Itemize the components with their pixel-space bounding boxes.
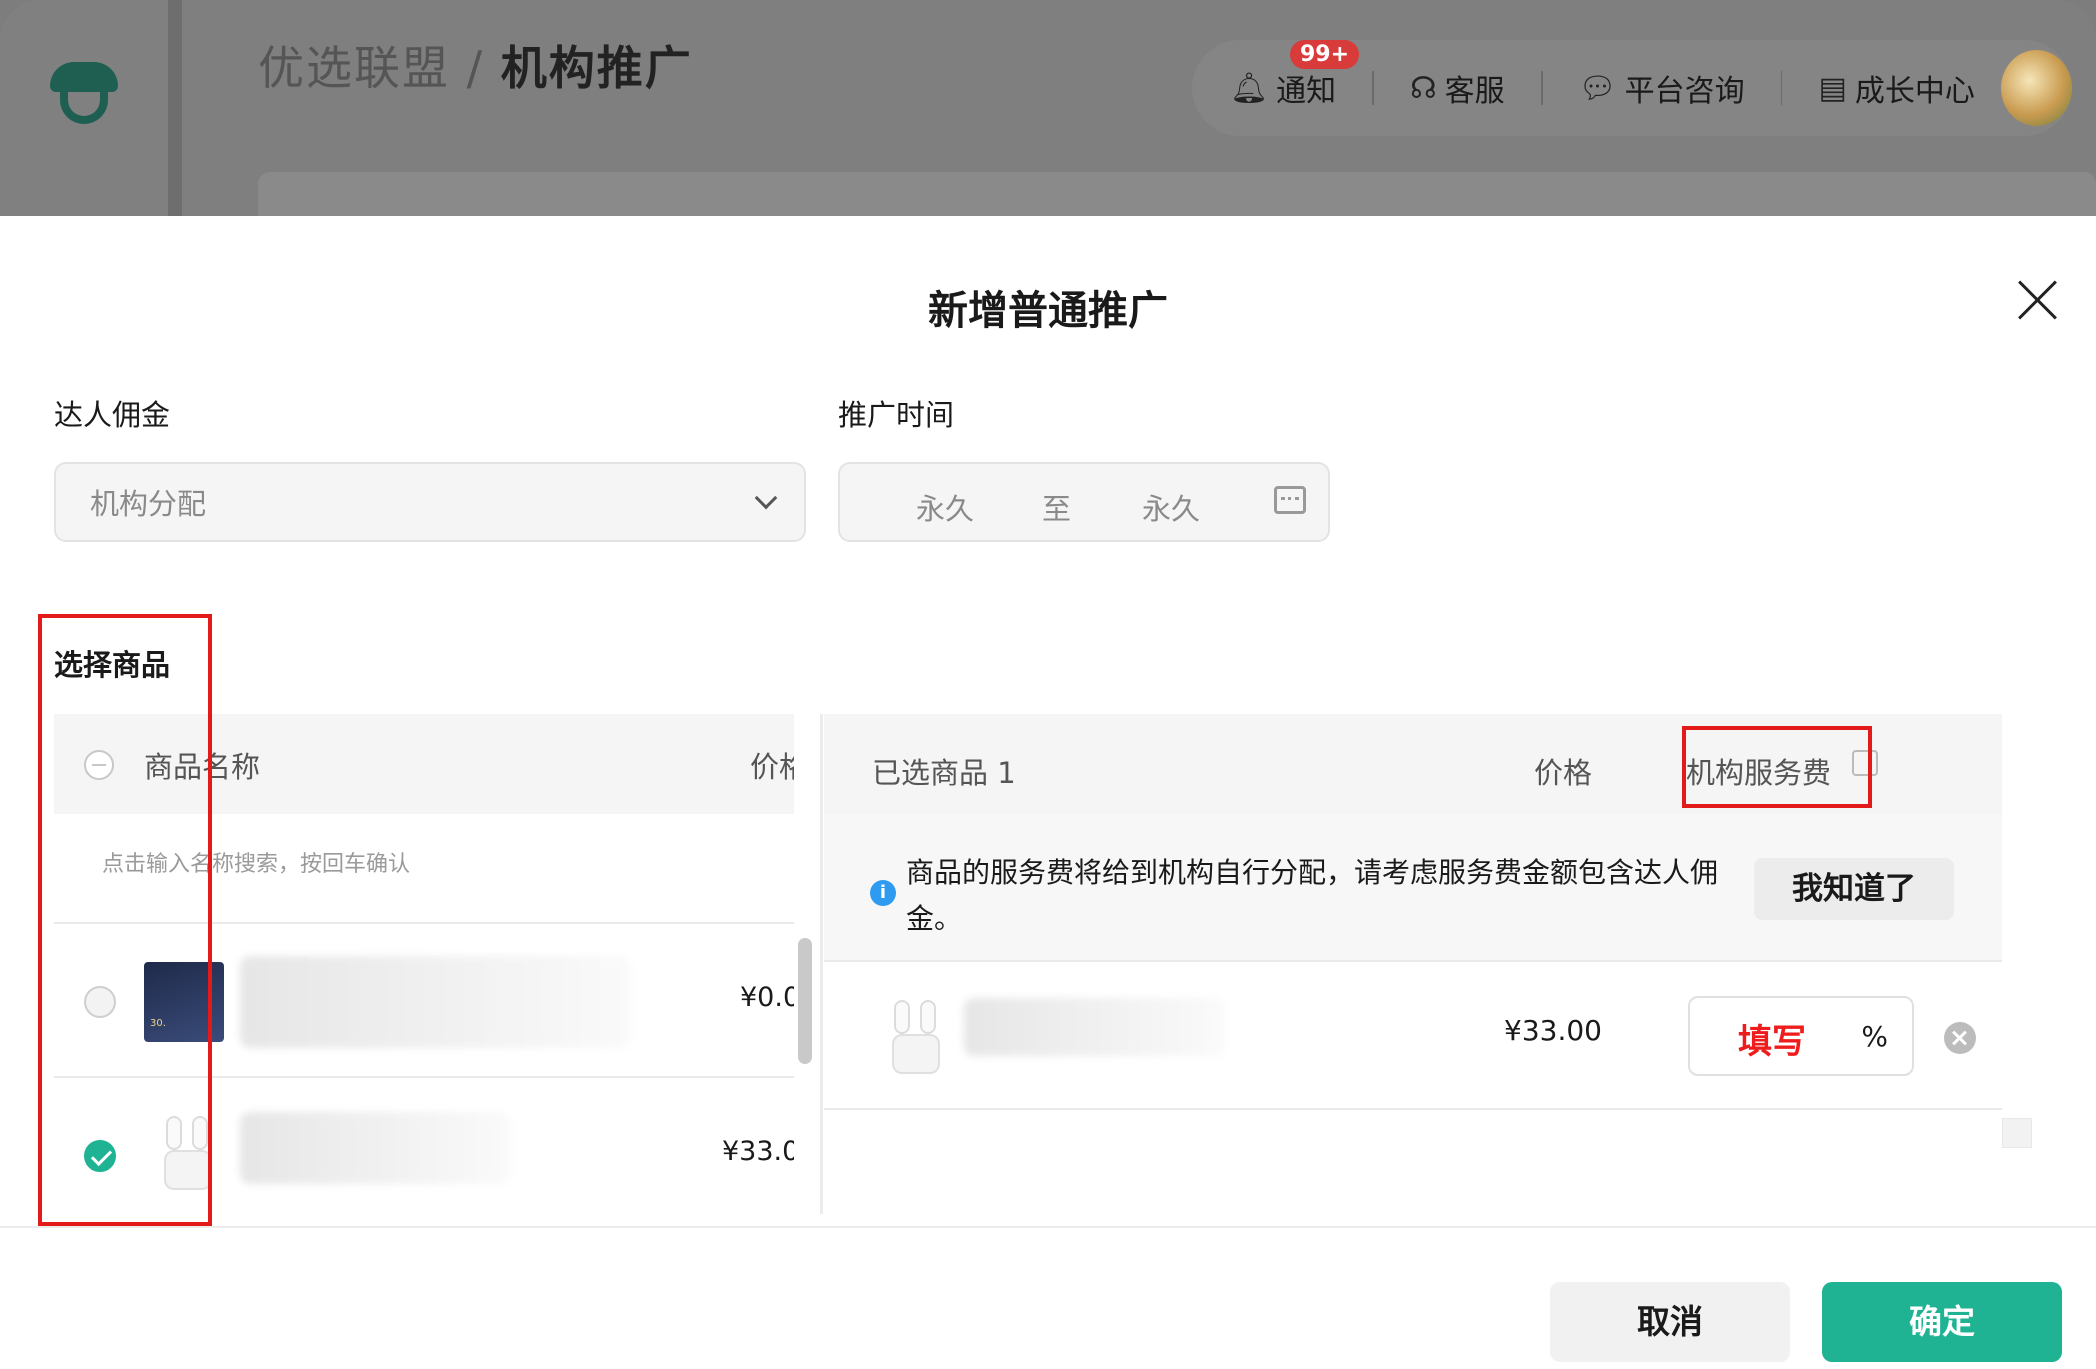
product-price: ¥0.0 xyxy=(740,982,794,1013)
info-icon: i xyxy=(870,880,896,906)
fee-info-banner: i 商品的服务费将给到机构自行分配，请考虑服务费金额包含达人佣金。 我知道了 xyxy=(824,814,2002,962)
user-avatar[interactable] xyxy=(2000,50,2072,126)
product-name-blurred xyxy=(240,956,630,1048)
app-logo-icon xyxy=(50,62,118,128)
col-price: 价格 xyxy=(1534,756,1593,790)
consult-button[interactable]: 💬︎ 平台咨询 xyxy=(1579,66,1745,110)
toolbar-divider xyxy=(1540,71,1543,105)
close-icon[interactable] xyxy=(2016,278,2060,322)
bell-icon: 🔔︎ xyxy=(1230,70,1269,106)
selected-count-label: 已选商品 1 xyxy=(872,756,1016,790)
fee-info-text: 商品的服务费将给到机构自行分配，请考虑服务费金额包含达人佣金。 xyxy=(906,856,1719,935)
service-label: 客服 xyxy=(1444,74,1505,109)
acknowledge-button[interactable]: 我知道了 xyxy=(1754,858,1954,920)
breadcrumb-parent[interactable]: 优选联盟 / xyxy=(258,41,501,95)
service-button[interactable]: ☊ 客服 xyxy=(1410,66,1505,110)
col-price: 价格 xyxy=(750,750,794,784)
cancel-button[interactable]: 取消 xyxy=(1550,1282,1790,1362)
toolbar-divider xyxy=(1780,71,1783,105)
product-name-blurred xyxy=(964,998,1224,1056)
period-separator: 至 xyxy=(1042,492,1072,526)
agency-fee-input[interactable]: 填写 % xyxy=(1688,996,1914,1076)
confirm-button[interactable]: 确定 xyxy=(1822,1282,2062,1362)
chevron-down-icon xyxy=(754,486,778,510)
page-breadcrumb: 优选联盟 / 机构推广 xyxy=(258,32,693,98)
notify-badge: 99+ xyxy=(1290,40,1360,69)
notify-button[interactable]: 🔔︎ 通知 99+ xyxy=(1230,40,1360,110)
growth-center-button[interactable]: ▤ 成长中心 xyxy=(1818,66,1974,110)
consult-label: 平台咨询 xyxy=(1624,74,1745,109)
annotation-box-fee-header xyxy=(1682,726,1872,808)
top-toolbar: 🔔︎ 通知 99+ ☊ 客服 💬︎ 平台咨询 ▤ 成长中心 xyxy=(1192,40,2072,136)
annotation-box-product-column xyxy=(38,614,212,1226)
panel-divider xyxy=(820,714,823,1214)
product-thumbnail xyxy=(888,1000,944,1076)
commission-select[interactable]: 机构分配 xyxy=(54,462,806,542)
add-promotion-modal: 新增普通推广 达人佣金 机构分配 推广时间 永久 至 永久 选择商品 商品名称 … xyxy=(0,216,2096,1369)
headset-icon: ☊ xyxy=(1409,70,1437,106)
fee-unit: % xyxy=(1861,1020,1888,1053)
breadcrumb-current: 机构推广 xyxy=(500,41,693,95)
commission-value: 机构分配 xyxy=(90,487,207,521)
fee-placeholder: 填写 xyxy=(1738,1022,1806,1062)
period-end[interactable]: 永久 xyxy=(1142,486,1200,528)
selected-product-price: ¥33.00 xyxy=(1504,1014,1602,1047)
period-date-range[interactable]: 永久 至 永久 xyxy=(838,462,1330,542)
period-start[interactable]: 永久 xyxy=(916,486,974,528)
notify-label: 通知 xyxy=(1276,74,1337,109)
document-icon: ▤ xyxy=(1818,70,1847,106)
growth-label: 成长中心 xyxy=(1854,74,1975,109)
commission-label: 达人佣金 xyxy=(54,398,171,432)
toolbar-divider xyxy=(1372,71,1374,105)
modal-title: 新增普通推广 xyxy=(928,288,1168,334)
catalog-scrollbar[interactable] xyxy=(798,938,812,1064)
period-label: 推广时间 xyxy=(838,398,955,432)
modal-footer: 取消 确定 xyxy=(0,1226,2096,1369)
product-name-blurred xyxy=(240,1112,510,1184)
chat-bubble-icon: 💬︎ xyxy=(1578,70,1617,106)
scrollbar-corner xyxy=(2002,1118,2032,1148)
table-row: ¥33.00 填写 % xyxy=(824,962,2002,1110)
product-price: ¥33.0 xyxy=(722,1136,794,1167)
calendar-icon xyxy=(1274,486,1306,514)
remove-product-icon[interactable] xyxy=(1944,1022,1976,1054)
